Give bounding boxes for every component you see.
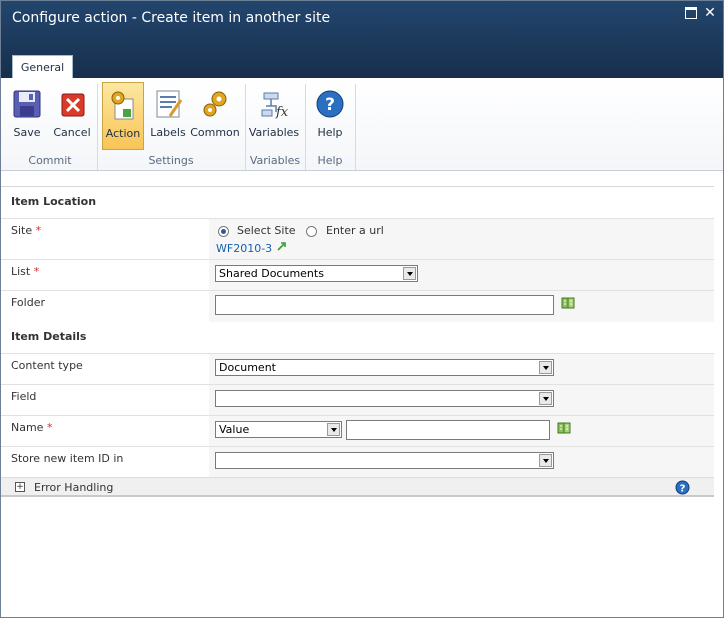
cancel-button[interactable]: Cancel — [51, 82, 93, 150]
help-button[interactable]: ? Help — [310, 82, 350, 150]
configure-action-dialog: Configure action - Create item in anothe… — [0, 0, 724, 618]
action-button[interactable]: Action — [102, 82, 144, 150]
help-icon[interactable]: ? — [675, 480, 690, 495]
insert-reference-icon[interactable] — [561, 296, 575, 310]
action-label: Action — [105, 127, 141, 140]
enter-url-label: Enter a url — [326, 224, 384, 237]
field-select[interactable] — [215, 390, 554, 407]
list-label: List * — [11, 265, 40, 278]
labels-label: Labels — [150, 126, 186, 139]
store-id-label: Store new item ID in — [11, 452, 124, 465]
field-label: Field — [11, 390, 37, 403]
list-row: List * Shared Documents — [1, 259, 714, 290]
field-row: Field — [1, 384, 714, 415]
help-icon: ? — [316, 90, 344, 118]
tab-general[interactable]: General — [12, 55, 73, 79]
title-bar: Configure action - Create item in anothe… — [1, 1, 723, 79]
group-label-help: Help — [317, 154, 343, 167]
select-site-label: Select Site — [237, 224, 296, 237]
expand-icon[interactable]: + — [15, 482, 25, 492]
variables-fx-icon: fx — [261, 92, 289, 120]
site-label: Site * — [11, 224, 42, 237]
save-button[interactable]: Save — [7, 82, 47, 150]
section-item-details: Item Details — [11, 330, 87, 343]
list-select[interactable]: Shared Documents — [215, 265, 418, 282]
group-label-settings: Settings — [148, 154, 194, 167]
cancel-label: Cancel — [53, 126, 91, 139]
name-value-input[interactable] — [346, 420, 550, 440]
common-gears-icon — [203, 91, 227, 117]
chevron-down-icon — [539, 392, 552, 405]
variables-label: Variables — [248, 126, 300, 139]
error-handling-bar[interactable]: + Error Handling ? — [1, 477, 714, 497]
chevron-down-icon — [403, 267, 416, 280]
close-icon[interactable]: ✕ — [704, 6, 716, 20]
enter-url-radio[interactable] — [306, 226, 317, 237]
svg-text:?: ? — [680, 484, 686, 495]
ribbon: Save Cancel Action Labels Common fx Vari… — [1, 78, 723, 171]
maximize-icon[interactable] — [685, 7, 697, 19]
svg-text:?: ? — [325, 95, 335, 115]
dialog-title: Configure action - Create item in anothe… — [12, 10, 331, 26]
common-button[interactable]: Common — [190, 82, 240, 150]
section-item-location: Item Location — [11, 195, 97, 208]
save-icon — [13, 90, 41, 118]
content-type-select[interactable]: Document — [215, 359, 554, 376]
common-label: Common — [190, 126, 240, 139]
select-site-radio[interactable] — [218, 226, 229, 237]
help-label: Help — [317, 126, 343, 139]
error-handling-label: Error Handling — [34, 481, 114, 494]
folder-input[interactable] — [215, 295, 554, 315]
variables-button[interactable]: fx Variables — [248, 82, 300, 150]
site-picker-icon[interactable] — [276, 241, 287, 252]
chevron-down-icon — [539, 361, 552, 374]
store-id-row: Store new item ID in — [1, 446, 714, 477]
save-label: Save — [13, 126, 41, 139]
site-row: Site * Select Site Enter a url WF2010-3 — [1, 218, 714, 259]
insert-reference-icon[interactable] — [557, 421, 571, 435]
labels-button[interactable]: Labels — [147, 82, 189, 150]
folder-label: Folder — [11, 296, 45, 309]
content-type-label: Content type — [11, 359, 83, 372]
chevron-down-icon — [327, 423, 340, 436]
selected-site-link[interactable]: WF2010-3 — [216, 242, 272, 255]
group-separator — [355, 84, 356, 170]
content-type-row: Content type Document — [1, 353, 714, 384]
name-row: Name * Value — [1, 415, 714, 446]
folder-row: Folder — [1, 290, 714, 322]
labels-icon — [156, 90, 183, 118]
action-gear-icon — [111, 91, 134, 120]
group-label-variables: Variables — [249, 154, 301, 167]
store-id-select[interactable] — [215, 452, 554, 469]
divider — [1, 186, 714, 187]
cancel-icon — [61, 93, 85, 117]
chevron-down-icon — [539, 454, 552, 467]
name-type-select[interactable]: Value — [215, 421, 342, 438]
name-label: Name * — [11, 421, 53, 434]
group-label-commit: Commit — [28, 154, 72, 167]
svg-text:fx: fx — [275, 105, 289, 120]
